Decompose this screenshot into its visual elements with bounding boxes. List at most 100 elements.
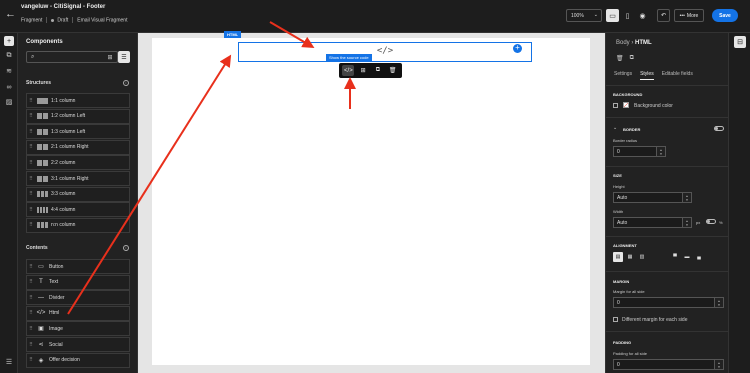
drag-handle-icon[interactable]: ⠿ — [27, 207, 35, 213]
divider — [606, 331, 728, 332]
content-label: Offer decision — [49, 357, 80, 364]
structure-item[interactable]: ⠿ n:n column — [26, 217, 130, 233]
duplicate-icon[interactable]: ⧉ — [372, 65, 384, 76]
content-item[interactable]: ⠿ ◈ Offer decision — [26, 352, 130, 368]
assets-icon[interactable]: ▨ — [4, 97, 14, 107]
undo-button[interactable]: ↶ — [657, 9, 670, 22]
stepper-icon[interactable]: ▲ ▼ — [683, 192, 692, 203]
align-center-icon[interactable]: ▦ — [625, 252, 635, 262]
drag-handle-icon[interactable]: ⠿ — [27, 176, 35, 182]
code-icon[interactable]: </> — [342, 65, 355, 76]
duplicate-icon[interactable]: ⧉ — [630, 55, 634, 62]
fragments-icon[interactable]: ⧉ — [4, 51, 14, 61]
back-arrow-icon[interactable]: ← — [5, 8, 16, 20]
property-tabs: Settings Styles Editable fields — [614, 71, 693, 80]
drag-handle-icon[interactable]: ⠿ — [27, 264, 35, 270]
drag-handle-icon[interactable]: ⠿ — [27, 279, 35, 285]
add-icon[interactable]: + — [4, 36, 14, 46]
divider-icon: — — [38, 294, 44, 301]
text-icon: T — [39, 279, 43, 286]
color-swatch-icon[interactable] — [623, 102, 629, 108]
structure-item[interactable]: ⠿ 2:1 column Right — [26, 139, 130, 155]
layers-icon[interactable]: ≋ — [4, 66, 14, 76]
drag-handle-icon[interactable]: ⠿ — [27, 191, 35, 197]
structure-item[interactable]: ⠿ 1:3 column Left — [26, 124, 130, 140]
content-item[interactable]: ⠿ ▭ Button — [26, 259, 130, 274]
stepper-icon[interactable]: ▲ ▼ — [715, 359, 724, 370]
drag-handle-icon[interactable]: ⠿ — [27, 144, 35, 150]
drag-handle-icon[interactable]: ⠿ — [27, 98, 35, 104]
search-icon: ⌕ — [31, 54, 35, 60]
content-item[interactable]: ⠿ ⋖ Social — [26, 337, 130, 352]
unit-toggle[interactable] — [706, 219, 716, 224]
breadcrumb-parent[interactable]: Body — [616, 40, 630, 46]
drag-handle-icon[interactable]: ⠿ — [27, 342, 35, 348]
structure-item[interactable]: ⠿ 1:2 column Left — [26, 108, 130, 124]
email-page[interactable]: </> — [152, 38, 590, 365]
save-button[interactable]: Save — [712, 9, 738, 22]
info-icon[interactable]: i — [123, 80, 129, 86]
drag-handle-icon[interactable]: ⠿ — [27, 357, 35, 363]
structure-label: 2:1 column Right — [51, 144, 89, 151]
zoom-value: 100% — [571, 13, 584, 19]
tab-editable-fields[interactable]: Editable fields — [662, 71, 693, 80]
background-checkbox[interactable] — [613, 103, 618, 108]
margin-all-input[interactable]: 0 — [613, 297, 715, 308]
align-bottom-icon[interactable]: ▄ — [694, 252, 704, 262]
drag-handle-icon[interactable]: ⠿ — [27, 129, 35, 135]
delete-icon[interactable]: 🗑 — [616, 55, 624, 62]
align-left-icon[interactable]: ▤ — [613, 252, 623, 262]
chevron-down-icon[interactable]: ⌄ — [613, 125, 617, 131]
chevron-down-icon: ⌄ — [593, 12, 598, 18]
structure-item[interactable]: ⠿ 4:4 column — [26, 202, 130, 218]
align-top-icon[interactable]: ▀ — [670, 252, 680, 262]
mobile-icon[interactable]: ▯ — [621, 9, 634, 22]
column-layout-icon — [37, 144, 48, 151]
align-right-icon[interactable]: ▥ — [637, 252, 647, 262]
content-item[interactable]: ⠿ — Divider — [26, 290, 130, 306]
structure-item[interactable]: ⠿ 1:1 column — [26, 93, 130, 108]
content-item[interactable]: ⠿ </> Html — [26, 305, 130, 321]
desktop-icon[interactable]: ▭ — [606, 9, 619, 22]
help-icon[interactable]: ☰ — [4, 357, 14, 367]
info-icon[interactable]: i — [123, 245, 129, 251]
content-label: Button — [49, 263, 64, 270]
tab-styles[interactable]: Styles — [640, 71, 654, 80]
tab-settings[interactable]: Settings — [614, 71, 632, 80]
border-section-title: BORDER — [623, 127, 641, 132]
drag-handle-icon[interactable]: ⠿ — [27, 113, 35, 119]
drag-handle-icon[interactable]: ⠿ — [27, 295, 35, 301]
border-toggle[interactable] — [714, 126, 724, 131]
different-margin-checkbox[interactable] — [613, 317, 618, 322]
stepper-icon[interactable]: ▲ ▼ — [715, 297, 724, 308]
grid-view-icon[interactable]: ⊞ — [104, 51, 116, 63]
align-middle-icon[interactable]: ▬ — [682, 252, 692, 262]
padding-all-input[interactable]: 0 — [613, 359, 715, 370]
drag-handle-icon[interactable]: ⠿ — [27, 222, 35, 228]
structure-item[interactable]: ⠿ 3:1 column Right — [26, 171, 130, 186]
padding-all-label: Padding for all side — [613, 351, 648, 356]
border-radius-input[interactable]: 0 — [613, 146, 657, 157]
select-parent-icon[interactable]: ⊞ — [357, 65, 369, 76]
drag-handle-icon[interactable]: ⠿ — [27, 326, 35, 332]
properties-icon[interactable]: ⊟ — [734, 36, 746, 48]
more-button[interactable]: ••• More — [674, 9, 704, 22]
height-input[interactable]: Auto — [613, 192, 683, 203]
column-layout-icon — [37, 128, 48, 135]
zoom-select[interactable]: 100% ⌄ — [566, 9, 602, 22]
stepper-icon[interactable]: ▲ ▼ — [683, 217, 692, 228]
add-component-icon[interactable]: + — [513, 44, 522, 53]
width-input[interactable]: Auto — [613, 217, 683, 228]
content-item[interactable]: ⠿ ▣ Image — [26, 321, 130, 337]
delete-icon[interactable]: 🗑 — [387, 65, 399, 76]
html-component-block[interactable]: </> — [238, 42, 532, 62]
structure-item[interactable]: ⠿ 2:2 column — [26, 155, 130, 171]
drag-handle-icon[interactable]: ⠿ — [27, 310, 35, 316]
preview-eye-icon[interactable]: ◉ — [636, 9, 649, 22]
structure-item[interactable]: ⠿ 3:3 column — [26, 186, 130, 202]
drag-handle-icon[interactable]: ⠿ — [27, 160, 35, 166]
content-item[interactable]: ⠿ T Text — [26, 274, 130, 290]
link-icon[interactable]: ∞ — [4, 82, 14, 92]
list-view-icon[interactable]: ☰ — [118, 51, 130, 63]
stepper-icon[interactable]: ▲ ▼ — [657, 146, 666, 157]
